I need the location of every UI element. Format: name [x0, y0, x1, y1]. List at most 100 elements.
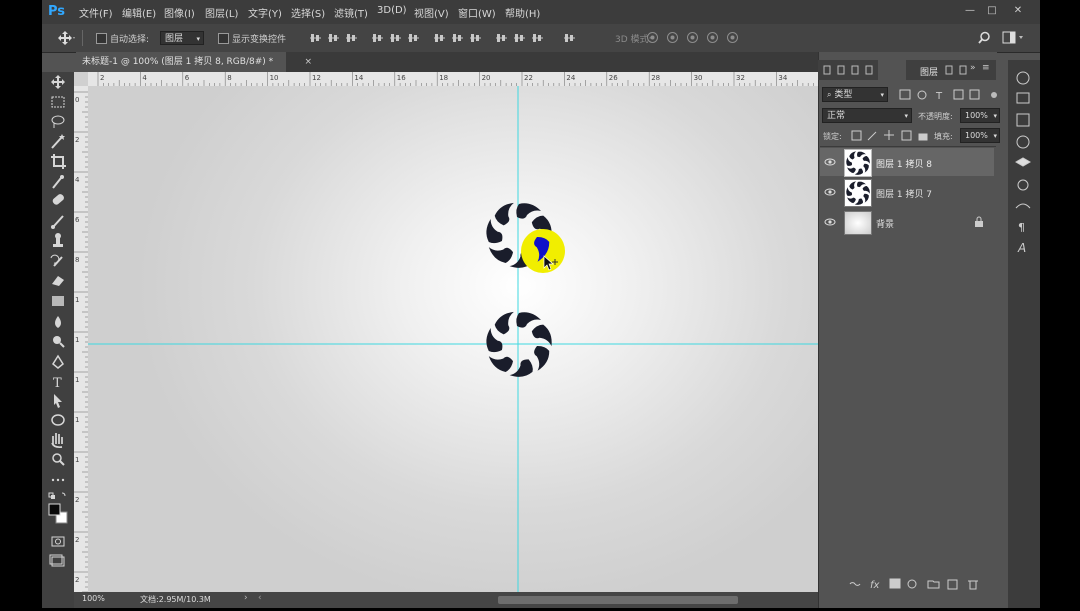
align-icon[interactable] [496, 32, 508, 44]
minimize-button[interactable]: — [960, 3, 980, 19]
filter-shape-icon[interactable] [953, 89, 964, 100]
layer-row[interactable]: 图层 1 拷贝 7 [820, 178, 994, 207]
menu-item[interactable]: 选择(S) [291, 5, 325, 20]
3d-mode-icon[interactable] [646, 31, 659, 44]
menu-item[interactable]: 编辑(E) [122, 5, 156, 20]
close-button[interactable]: ✕ [1008, 3, 1028, 19]
menu-item[interactable]: 窗口(W) [458, 5, 496, 20]
align-icon[interactable] [372, 32, 384, 44]
filter-smart-icon[interactable] [969, 89, 980, 100]
visibility-eye-icon[interactable] [824, 187, 836, 197]
color-panel-icon[interactable] [1016, 71, 1030, 85]
channels-icon[interactable] [1017, 179, 1029, 191]
adjustment-layer-icon[interactable] [907, 579, 917, 589]
layers-icon[interactable] [1014, 157, 1032, 167]
align-icon[interactable] [564, 32, 576, 44]
lock-pixels-icon[interactable] [867, 131, 877, 141]
panel-collapse-icon[interactable]: » [970, 63, 976, 73]
gradient-tool[interactable] [52, 296, 64, 306]
align-icon[interactable] [310, 32, 322, 44]
3d-mode-icon[interactable] [686, 31, 699, 44]
zoom-tool[interactable] [52, 453, 65, 466]
opacity-input[interactable]: 100% ▾ [960, 108, 1000, 123]
status-arrow-icon[interactable]: › [244, 593, 248, 603]
scroll-left-icon[interactable]: ‹ [258, 593, 262, 603]
align-icon[interactable] [470, 32, 482, 44]
link-layers-icon[interactable] [849, 582, 861, 586]
path-selection-tool[interactable] [54, 394, 62, 408]
auto-select-target-dropdown[interactable]: 图层 ▾ [160, 31, 204, 45]
menu-item[interactable]: 滤镜(T) [334, 5, 368, 20]
maximize-button[interactable]: □ [982, 3, 1002, 19]
align-icon[interactable] [434, 32, 446, 44]
layer-mask-icon[interactable] [889, 578, 901, 589]
filter-pixel-icon[interactable] [899, 89, 911, 100]
dodge-tool[interactable] [53, 336, 65, 348]
align-icon[interactable] [514, 32, 526, 44]
filter-type-icon[interactable]: T [935, 91, 943, 102]
pinwheel-shape-copy-7[interactable] [483, 307, 557, 382]
paths-icon[interactable] [1015, 203, 1031, 209]
workspace-icon[interactable] [1002, 31, 1026, 44]
3d-mode-icon[interactable] [726, 31, 739, 44]
close-tab-icon[interactable]: × [304, 52, 312, 72]
horizontal-ruler[interactable]: 2 4 6 8 10 12 14 16 18 20 22 24 26 28 30 32 34 [88, 72, 857, 86]
panel-menu-icon[interactable]: ≡ [982, 63, 990, 73]
paragraph-icon[interactable]: ¶ [1018, 221, 1025, 234]
eyedropper-tool[interactable] [52, 175, 64, 189]
align-icon[interactable] [532, 32, 544, 44]
eraser-tool[interactable] [52, 276, 64, 286]
document-tab[interactable]: 未标题-1 @ 100% (图层 1 拷贝 8, RGB/8#) * × [76, 52, 312, 72]
menu-item[interactable]: 文字(Y) [248, 5, 282, 20]
move-tool-icon[interactable] [58, 31, 76, 45]
adjustments-icon[interactable] [1016, 135, 1030, 149]
zoom-level[interactable]: 100% [82, 594, 105, 603]
menu-item[interactable]: 图像(I) [164, 5, 195, 20]
blur-tool[interactable] [55, 316, 61, 328]
brush-tool[interactable] [51, 215, 64, 229]
layer-name[interactable]: 背景 [876, 217, 894, 230]
history-brush-tool[interactable] [50, 254, 63, 267]
horizontal-scrollbar[interactable] [498, 596, 738, 604]
layer-style-icon[interactable]: fx [870, 580, 880, 591]
stamp-tool[interactable] [53, 233, 63, 247]
align-icon[interactable] [328, 32, 340, 44]
search-icon[interactable] [978, 31, 991, 44]
vertical-ruler[interactable]: 0 2 4 6 8 1 1 1 1 1 2 2 2 [74, 86, 88, 608]
layer-filter-dropdown[interactable]: ⌕ 类型 ▾ [822, 87, 888, 102]
ruler-origin[interactable] [74, 72, 88, 86]
layer-row[interactable]: 图层 1 拷贝 8 [820, 148, 994, 177]
marquee-tool[interactable] [51, 96, 65, 108]
lock-transparent-icon[interactable] [851, 130, 862, 141]
align-icon[interactable] [452, 32, 464, 44]
magic-wand-tool[interactable] [51, 134, 65, 149]
align-icon[interactable] [408, 32, 420, 44]
align-icon[interactable] [346, 32, 358, 44]
pen-tool[interactable] [52, 354, 64, 369]
filter-adjustment-icon[interactable] [917, 90, 927, 100]
new-group-icon[interactable] [927, 580, 940, 589]
new-layer-icon[interactable] [947, 579, 958, 590]
lock-icon[interactable] [974, 216, 984, 227]
hand-tool[interactable] [51, 433, 63, 449]
lock-all-icon[interactable] [918, 133, 928, 141]
menu-item[interactable]: 视图(V) [414, 5, 449, 20]
3d-mode-icon[interactable] [666, 31, 679, 44]
layer-name[interactable]: 图层 1 拷贝 8 [876, 157, 932, 170]
lock-position-icon[interactable] [884, 130, 894, 140]
visibility-eye-icon[interactable] [824, 157, 836, 167]
lock-artboard-icon[interactable] [901, 130, 912, 141]
character-icon[interactable]: A [1017, 241, 1026, 255]
healing-brush-tool[interactable] [51, 193, 65, 206]
blend-mode-dropdown[interactable]: 正常 ▾ [822, 108, 912, 123]
show-transform-checkbox[interactable] [218, 33, 229, 44]
layer-name[interactable]: 图层 1 拷贝 7 [876, 187, 932, 200]
filter-toggle[interactable] [991, 92, 997, 98]
default-colors-icon[interactable] [48, 492, 66, 499]
quick-mask-icon[interactable] [51, 536, 65, 547]
tab-layers[interactable]: 图层 [920, 65, 938, 78]
shape-tool[interactable] [51, 414, 65, 426]
properties-icon[interactable] [1016, 113, 1030, 127]
delete-layer-icon[interactable] [968, 580, 978, 590]
type-tool[interactable]: T [53, 376, 62, 391]
